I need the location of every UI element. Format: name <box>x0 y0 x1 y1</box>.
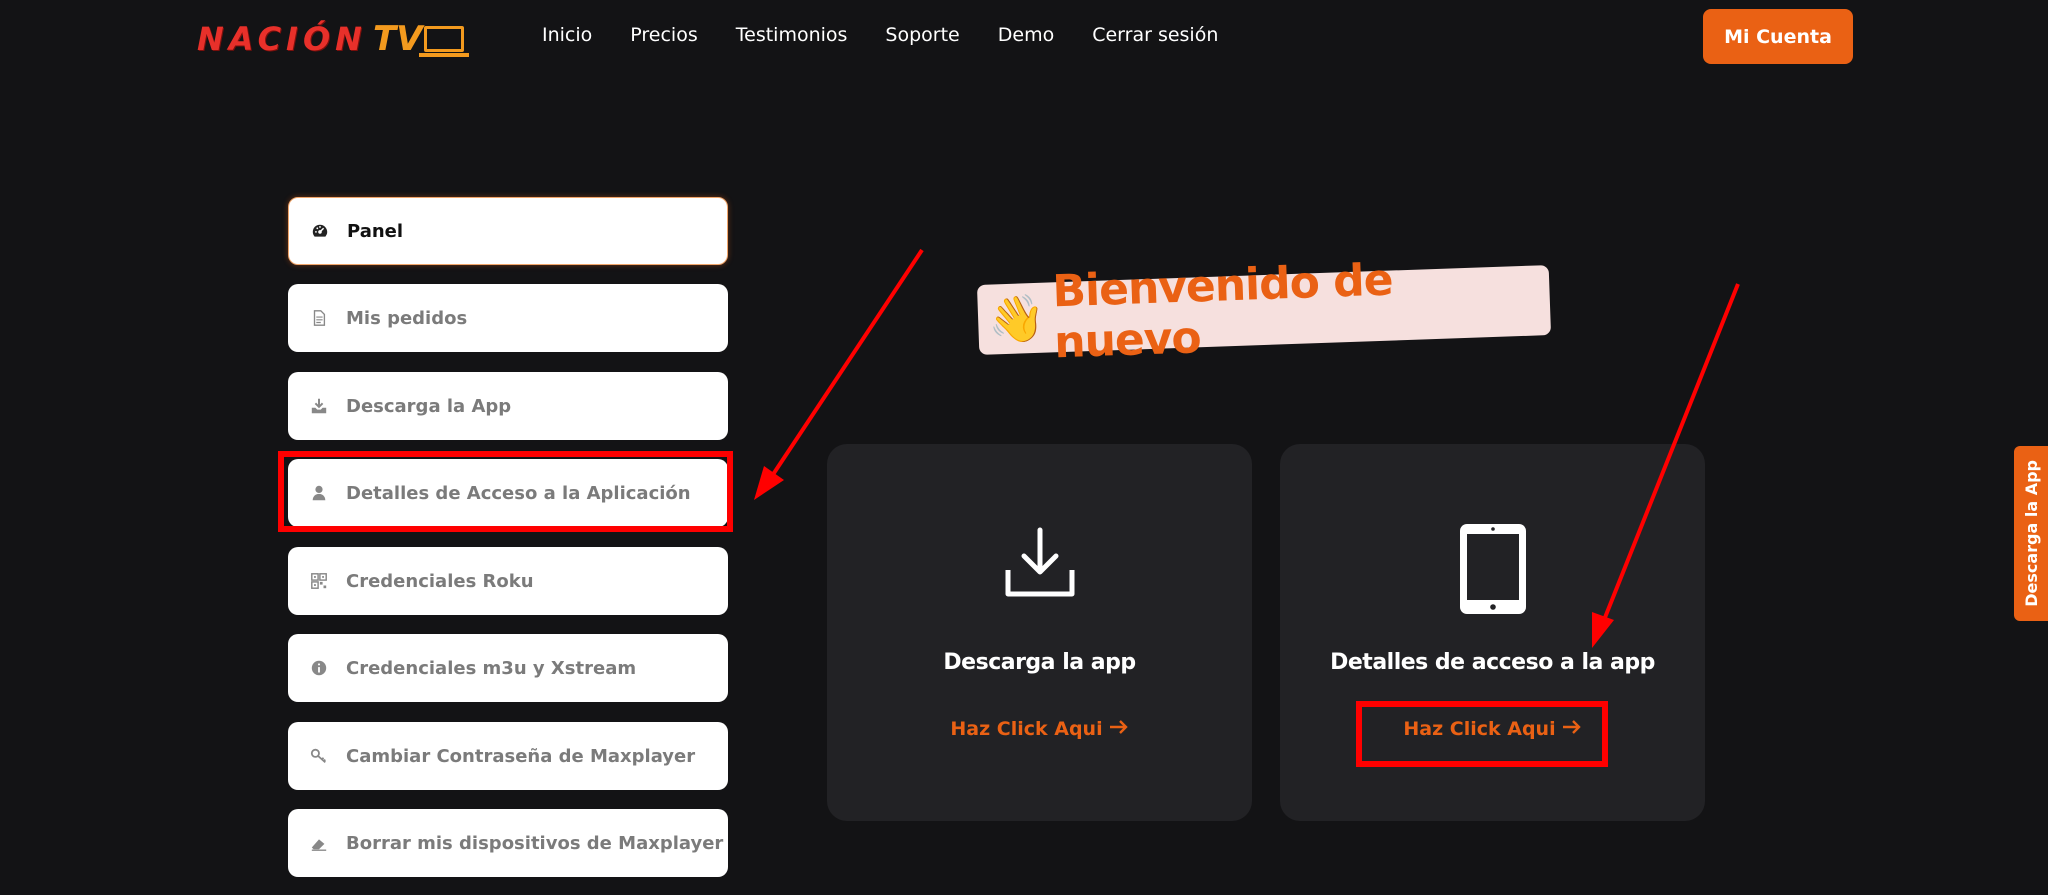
key-icon <box>308 745 330 767</box>
nav-testimonios[interactable]: Testimonios <box>736 24 848 46</box>
sidebar-item-label: Credenciales Roku <box>346 570 534 592</box>
brand-tv: TV <box>372 19 470 59</box>
welcome-title: Bienvenido de nuevo <box>1051 254 1394 369</box>
tv-screen-icon <box>419 26 470 57</box>
main-nav: Inicio Precios Testimonios Soporte Demo … <box>542 24 1218 46</box>
eraser-icon <box>308 832 330 854</box>
side-tab-download-app[interactable]: Descarga la App <box>2014 446 2048 621</box>
sidebar-item-label: Mis pedidos <box>346 307 468 329</box>
sidebar-item-label: Borrar mis dispositivos de Maxplayer <box>346 832 724 854</box>
download-tray-icon <box>827 526 1252 602</box>
link-label: Haz Click Aqui <box>950 718 1103 740</box>
sidebar-item-label: Credenciales m3u y Xstream <box>346 657 637 679</box>
card-title: Descarga la app <box>943 650 1136 675</box>
my-account-button[interactable]: Mi Cuenta <box>1703 9 1853 64</box>
tablet-icon <box>1280 522 1705 616</box>
dashboard-icon <box>309 220 331 242</box>
qr-code-icon <box>308 570 330 592</box>
sidebar-item-credenciales-m3u[interactable]: Credenciales m3u y Xstream <box>288 634 728 702</box>
nav-inicio[interactable]: Inicio <box>542 24 592 46</box>
welcome-banner: 👋 Bienvenido de nuevo <box>976 255 1552 368</box>
brand-logo[interactable]: NACIÓN TV <box>197 18 470 60</box>
waving-hand-icon: 👋 <box>987 290 1047 347</box>
annotation-highlight-link <box>1356 701 1608 767</box>
card-title: Detalles de acceso a la app <box>1330 650 1655 675</box>
card-download-app: Descarga la app Haz Click Aqui <box>827 444 1252 821</box>
sidebar-item-label: Cambiar Contraseña de Maxplayer <box>346 745 696 767</box>
sidebar-item-borrar-dispositivos[interactable]: Borrar mis dispositivos de Maxplayer <box>288 809 728 877</box>
arrow-right-icon <box>1109 718 1129 740</box>
nav-cerrar-sesion[interactable]: Cerrar sesión <box>1092 24 1218 46</box>
sidebar-item-label: Descarga la App <box>346 395 512 417</box>
info-icon <box>308 657 330 679</box>
nav-soporte[interactable]: Soporte <box>885 24 959 46</box>
nav-demo[interactable]: Demo <box>998 24 1054 46</box>
sidebar-item-credenciales-roku[interactable]: Credenciales Roku <box>288 547 728 615</box>
download-icon <box>308 395 330 417</box>
sidebar-item-label: Panel <box>347 220 404 242</box>
sidebar-item-descarga-app[interactable]: Descarga la App <box>288 372 728 440</box>
brand-tv-text: TV <box>372 19 423 59</box>
brand-name: NACIÓN <box>197 20 367 58</box>
document-icon <box>308 307 330 329</box>
sidebar-item-cambiar-contrasena[interactable]: Cambiar Contraseña de Maxplayer <box>288 722 728 790</box>
annotation-highlight-sidebar <box>278 451 733 532</box>
sidebar-item-panel[interactable]: Panel <box>288 197 728 265</box>
side-tab-label: Descarga la App <box>2021 460 2041 607</box>
sidebar-item-mis-pedidos[interactable]: Mis pedidos <box>288 284 728 352</box>
nav-precios[interactable]: Precios <box>630 24 697 46</box>
click-here-link[interactable]: Haz Click Aqui <box>827 718 1252 740</box>
